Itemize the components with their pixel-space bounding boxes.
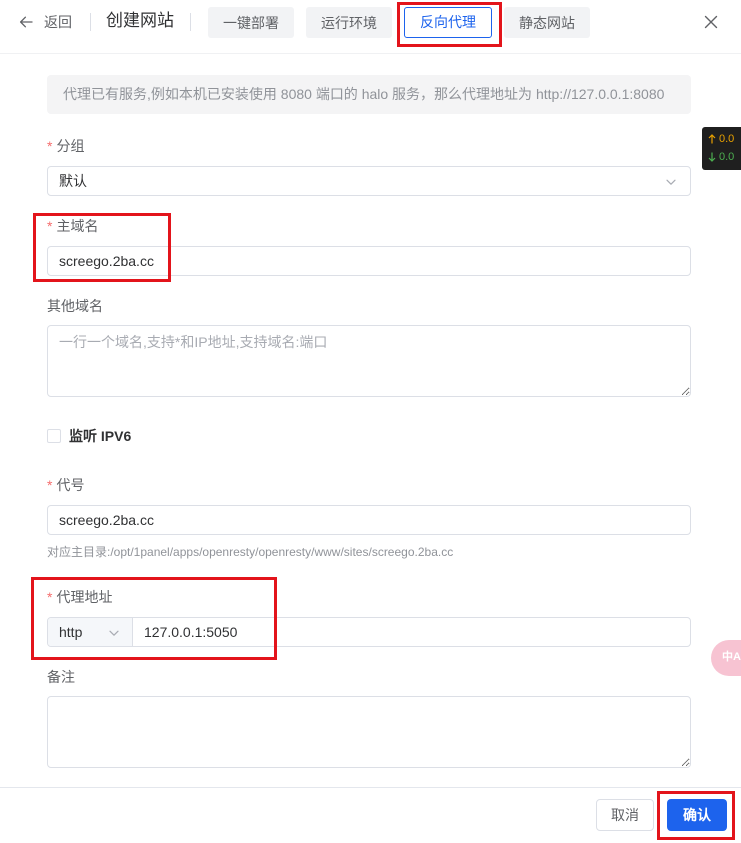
cancel-button[interactable]: 取消 <box>596 799 654 831</box>
chevron-down-icon <box>665 175 677 187</box>
tab-static-site[interactable]: 静态网站 <box>504 7 590 38</box>
arrow-left-icon <box>19 15 33 29</box>
alias-label-text: 代号 <box>56 477 85 493</box>
translate-icon[interactable]: 中A <box>711 640 741 676</box>
proxy-address-label: * 代理地址 <box>47 588 112 606</box>
download-speed: 0.0 <box>702 148 741 166</box>
page-title: 创建网站 <box>106 11 174 30</box>
confirm-button[interactable]: 确认 <box>667 799 727 831</box>
other-domains-textarea[interactable] <box>47 325 691 397</box>
tab-runtime[interactable]: 运行环境 <box>306 7 392 38</box>
required-mark: * <box>47 477 53 493</box>
remark-label: 备注 <box>47 669 75 685</box>
back-button[interactable]: 返回 <box>18 12 72 32</box>
chevron-down-icon <box>108 626 120 638</box>
back-label: 返回 <box>44 14 72 30</box>
remark-textarea[interactable] <box>47 696 691 768</box>
network-speed-widget[interactable]: 0.0 0.0 <box>702 127 741 170</box>
primary-domain-label-text: 主域名 <box>56 218 99 234</box>
footer-separator <box>0 787 741 788</box>
upload-speed: 0.0 <box>702 130 741 148</box>
other-domains-label: 其他域名 <box>47 298 103 314</box>
primary-domain-label: * 主域名 <box>47 217 98 235</box>
proxy-address-group: http <box>47 617 691 647</box>
proxy-address-label-text: 代理地址 <box>56 589 113 605</box>
ipv6-checkbox-label[interactable]: 监听 IPV6 <box>69 427 131 445</box>
required-mark: * <box>47 589 53 605</box>
tab-one-click-deploy[interactable]: 一键部署 <box>208 7 294 38</box>
group-label-text: 分组 <box>56 138 85 154</box>
ipv6-checkbox[interactable] <box>47 429 61 443</box>
info-notice: 代理已有服务,例如本机已安装使用 8080 端口的 halo 服务，那么代理地址… <box>47 75 691 114</box>
download-speed-value: 0.0 <box>719 151 735 163</box>
group-label: * 分组 <box>47 137 84 155</box>
header-divider <box>90 13 91 31</box>
alias-input[interactable] <box>47 505 691 535</box>
header-divider <box>190 13 191 31</box>
protocol-select[interactable]: http <box>48 618 133 646</box>
proxy-address-input[interactable] <box>133 618 690 646</box>
translate-glyphs: 中A <box>722 651 741 663</box>
arrow-down-icon <box>708 152 716 162</box>
alias-label: * 代号 <box>47 476 84 494</box>
group-select-value: 默认 <box>59 173 87 189</box>
required-mark: * <box>47 218 53 234</box>
upload-speed-value: 0.0 <box>719 133 735 145</box>
arrow-up-icon <box>708 134 716 144</box>
header-separator <box>0 53 741 54</box>
primary-domain-input[interactable] <box>47 246 691 276</box>
close-icon[interactable] <box>704 15 718 29</box>
tab-reverse-proxy[interactable]: 反向代理 <box>404 7 492 38</box>
alias-help-text: 对应主目录:/opt/1panel/apps/openresty/openres… <box>47 545 454 559</box>
group-select[interactable]: 默认 <box>47 166 691 196</box>
protocol-select-value: http <box>59 624 83 640</box>
required-mark: * <box>47 138 53 154</box>
